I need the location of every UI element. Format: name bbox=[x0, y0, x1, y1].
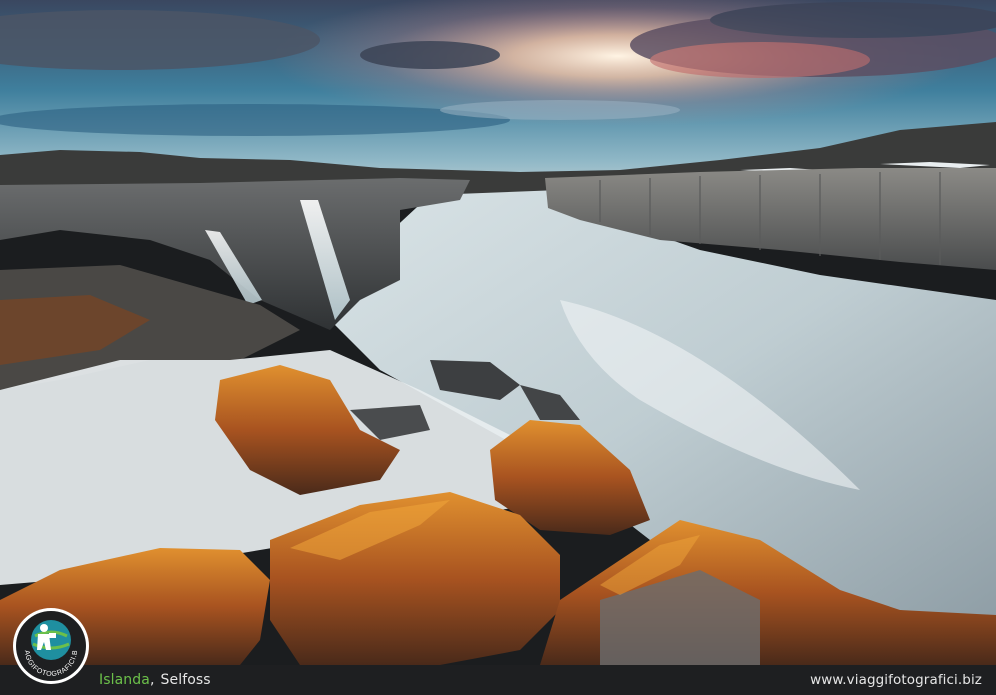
website-link[interactable]: www.viaggifotografici.biz bbox=[810, 672, 982, 688]
caption-country: Islanda bbox=[99, 672, 150, 688]
caption-bar: Islanda , Selfoss www.viaggifotografici.… bbox=[0, 665, 996, 695]
caption-separator: , bbox=[149, 672, 155, 688]
logo-globe bbox=[31, 620, 71, 660]
site-logo: VIAGGIFOTOGRAFICI.BIZ bbox=[11, 606, 89, 684]
landscape-photo bbox=[0, 0, 996, 665]
caption-location: Islanda , Selfoss bbox=[99, 672, 211, 688]
caption-place: Selfoss bbox=[160, 672, 211, 688]
